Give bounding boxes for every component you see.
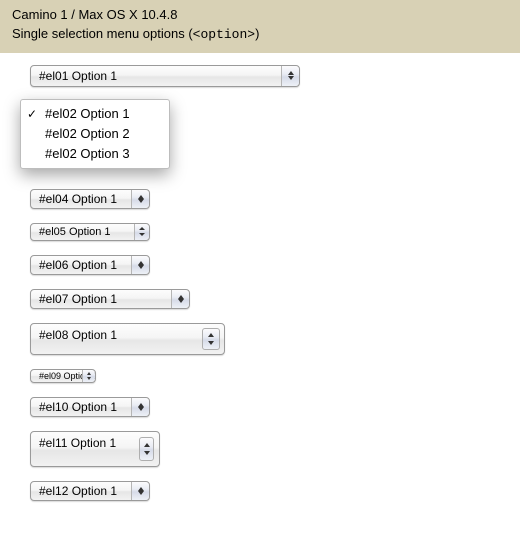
select-el06[interactable]: #el06 Option 1: [30, 255, 150, 275]
select-el04[interactable]: #el04 Option 1: [30, 189, 150, 209]
option-label: #el02 Option 3: [45, 146, 130, 161]
stepper-icon: [131, 482, 149, 500]
select-el12[interactable]: #el12 Option 1: [30, 481, 150, 501]
select-el11[interactable]: #el11 Option 1: [30, 431, 160, 467]
content: #el01 Option 1 ✓ #el02 Option 1 #el02 Op…: [0, 53, 520, 535]
subtitle-pre: Single selection menu options (: [12, 26, 193, 41]
select-el09[interactable]: #el09 Option 1: [30, 369, 96, 383]
stepper-icon: [131, 190, 149, 208]
stepper-icon: [131, 256, 149, 274]
option-label: #el02 Option 2: [45, 126, 130, 141]
stepper-icon: [171, 290, 189, 308]
select-el05[interactable]: #el05 Option 1: [30, 223, 150, 241]
subtitle-post: ): [255, 26, 259, 41]
stepper-icon: [139, 437, 154, 461]
select-el08[interactable]: #el08 Option 1: [30, 323, 225, 355]
select-el05-value: #el05 Option 1: [31, 224, 149, 240]
stepper-icon: [134, 224, 149, 240]
select-el07[interactable]: #el07 Option 1: [30, 289, 190, 309]
stepper-icon: [281, 66, 299, 86]
subtitle-code: <option>: [193, 27, 255, 42]
select-el02-option-1[interactable]: ✓ #el02 Option 1: [21, 104, 169, 124]
stepper-icon: [202, 328, 220, 350]
select-el01[interactable]: #el01 Option 1: [30, 65, 300, 87]
select-el02-popup[interactable]: ✓ #el02 Option 1 #el02 Option 2 #el02 Op…: [20, 99, 170, 169]
header-title: Camino 1 / Max OS X 10.4.8: [12, 6, 508, 25]
select-el02-option-2[interactable]: #el02 Option 2: [21, 124, 169, 144]
select-el02-option-3[interactable]: #el02 Option 3: [21, 144, 169, 164]
option-label: #el02 Option 1: [45, 106, 130, 121]
header-subtitle: Single selection menu options (<option>): [12, 25, 508, 45]
select-el07-value: #el07 Option 1: [31, 290, 189, 308]
select-el10[interactable]: #el10 Option 1: [30, 397, 150, 417]
stepper-icon: [131, 398, 149, 416]
header: Camino 1 / Max OS X 10.4.8 Single select…: [0, 0, 520, 53]
stepper-icon: [82, 370, 95, 382]
select-el01-value: #el01 Option 1: [31, 66, 299, 86]
select-el08-value: #el08 Option 1: [31, 324, 224, 344]
check-icon: ✓: [27, 105, 37, 123]
